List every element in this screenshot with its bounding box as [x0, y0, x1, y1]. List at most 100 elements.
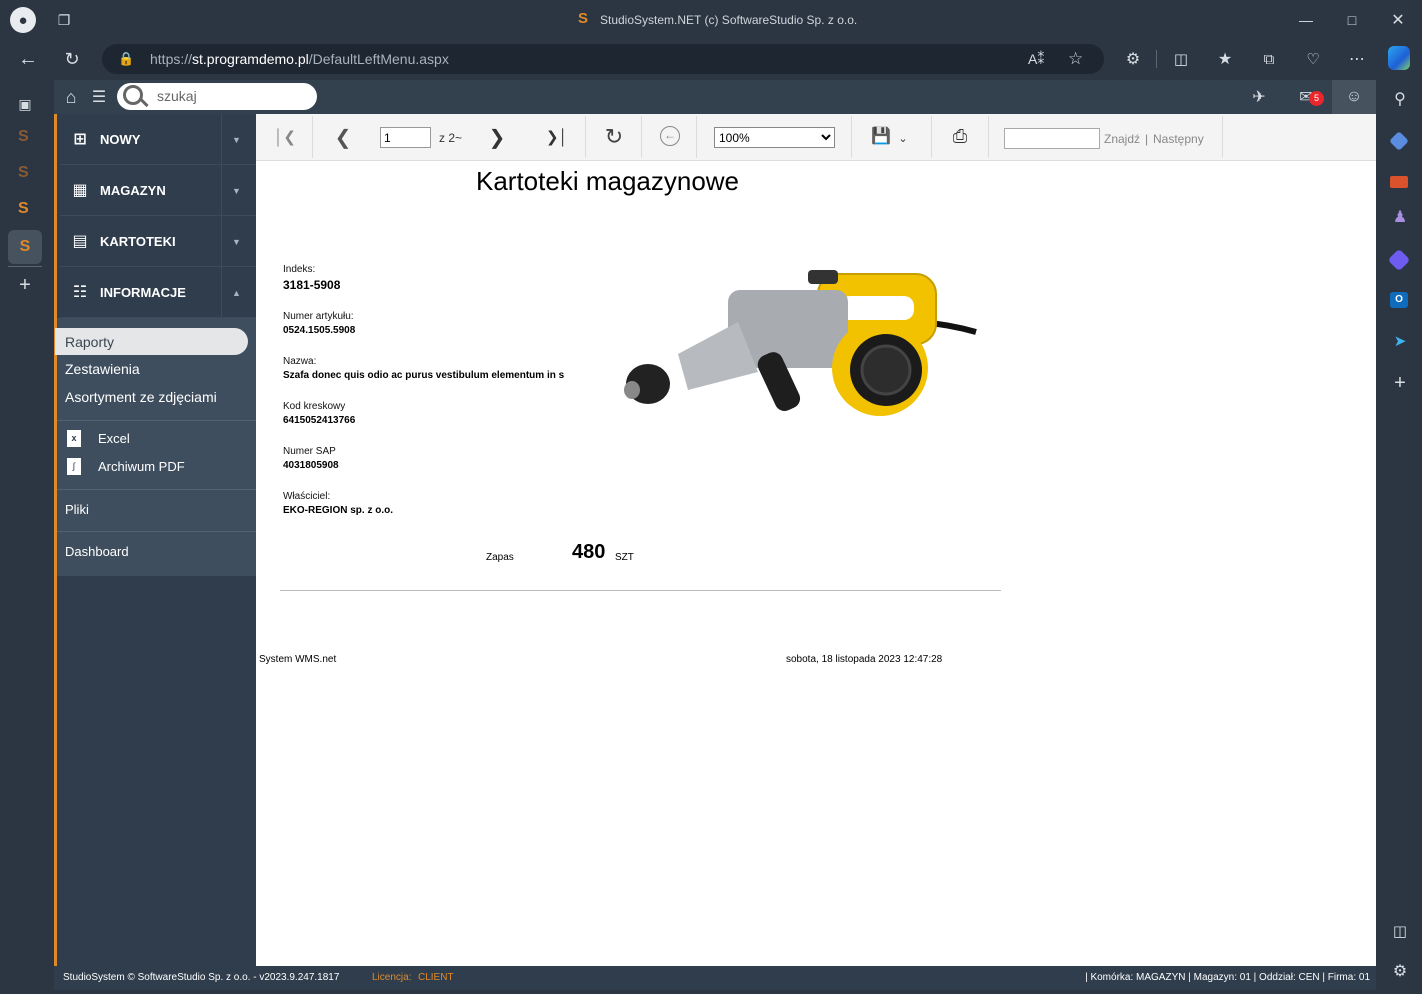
menu-item-label: NOWY	[100, 131, 141, 147]
chevron-down-icon[interactable]: ▼	[221, 165, 251, 216]
submenu-item-excel[interactable]: Excel	[98, 431, 130, 446]
report-viewer	[256, 114, 1376, 966]
tab-studiosystem-2[interactable]: S	[18, 164, 29, 182]
search-icon	[123, 85, 143, 105]
url-field[interactable]: 🔒 https://st.programdemo.pl/DefaultLeftM…	[102, 44, 1104, 74]
add-sidebar-app-icon[interactable]: +	[1389, 372, 1411, 394]
divider	[696, 116, 697, 158]
menu-item-magazyn[interactable]: ▦ MAGAZYN ▼	[60, 165, 259, 216]
submenu-item-archiwum-pdf[interactable]: Archiwum PDF	[98, 459, 185, 474]
report-footer-date: sobota, 18 listopada 2023 12:47:28	[786, 654, 943, 665]
page-number-input[interactable]	[380, 127, 431, 148]
divider	[931, 116, 932, 158]
user-icon: ☺	[1345, 88, 1363, 105]
context-info: | Komórka: MAGAZYN | Magazyn: 01 | Oddzi…	[1085, 972, 1370, 983]
favorites-icon[interactable]: ★	[1214, 48, 1236, 70]
hide-sidebar-icon[interactable]: ◫	[1389, 920, 1411, 942]
collections-icon[interactable]: ⧉	[1258, 48, 1280, 70]
settings-gear-icon[interactable]: ⚙	[1389, 960, 1411, 982]
mail-count-badge: 5	[1309, 91, 1324, 106]
save-floppy-icon[interactable]: 💾	[870, 125, 892, 147]
search-input[interactable]: szukaj	[117, 83, 317, 110]
shopping-icon[interactable]	[1389, 131, 1409, 151]
first-page-icon[interactable]: │❮	[274, 126, 296, 148]
outlook-icon[interactable]: O	[1390, 292, 1408, 308]
pdf-file-icon: ∫	[67, 458, 81, 475]
find-link[interactable]: Znajdź	[1104, 132, 1140, 146]
tools-icon[interactable]	[1390, 176, 1408, 188]
pallet-icon: ▦	[72, 182, 88, 199]
zapas-label: Zapas	[486, 552, 514, 563]
find-text-input[interactable]	[1004, 128, 1100, 149]
read-aloud-icon[interactable]: A⁑	[1028, 44, 1044, 74]
tab-studiosystem-active[interactable]: S	[8, 230, 42, 264]
refresh-report-icon[interactable]: ↻	[602, 124, 626, 150]
refresh-icon[interactable]: ↻	[60, 48, 84, 70]
tab-studiosystem-1[interactable]: S	[18, 128, 29, 146]
submenu-item-pliki[interactable]: Pliki	[65, 502, 89, 517]
back-to-parent-icon[interactable]: ←	[660, 126, 680, 146]
microsoft365-icon[interactable]	[1387, 248, 1411, 272]
menu-item-label: KARTOTEKI	[100, 233, 176, 249]
minimize-icon[interactable]: —	[1296, 10, 1316, 30]
divider	[641, 116, 642, 158]
submenu-item-zestawienia[interactable]: Zestawienia	[65, 361, 140, 377]
chevron-down-icon[interactable]: ▼	[221, 114, 251, 165]
extensions-icon[interactable]: ⚙	[1122, 48, 1144, 70]
prev-page-icon[interactable]: ❮	[332, 124, 354, 150]
divider	[57, 489, 256, 490]
submenu-item-asortyment[interactable]: Asortyment ze zdjęciami	[65, 389, 217, 405]
menu-item-label: MAGAZYN	[100, 182, 166, 198]
workspaces-icon[interactable]: ❐	[54, 10, 74, 30]
zoom-select[interactable]: 100%	[714, 127, 835, 148]
informacje-submenu: Raporty Zestawienia Asortyment ze zdjęci…	[55, 318, 256, 576]
search-sidebar-icon[interactable]: ⚲	[1389, 88, 1411, 110]
menu-item-kartoteki[interactable]: ▤ KARTOTEKI ▼	[60, 216, 259, 267]
report-title: Kartoteki magazynowe	[476, 166, 740, 196]
last-page-icon[interactable]: ❯│	[544, 126, 570, 148]
split-screen-icon[interactable]: ◫	[1170, 48, 1192, 70]
divider	[8, 266, 42, 267]
find-separator: |	[1145, 132, 1149, 146]
tab-studiosystem-3[interactable]: S	[18, 200, 29, 218]
browser-title-bar: ● ❐ S StudioSystem.NET (c) SoftwareStudi…	[0, 0, 1422, 40]
licence-value: CLIENT	[418, 972, 454, 983]
back-icon[interactable]: ←	[16, 48, 40, 70]
divider	[1156, 50, 1157, 68]
divider	[851, 116, 852, 158]
divider	[585, 116, 586, 158]
submenu-item-raporty[interactable]: Raporty	[55, 328, 248, 355]
telegram-icon[interactable]: ➤	[1389, 330, 1411, 352]
new-tab-icon[interactable]: +	[14, 274, 36, 296]
page-count: z 2~	[439, 131, 463, 145]
chevron-up-icon[interactable]: ▲	[221, 267, 251, 318]
document-icon: ☷	[72, 284, 88, 301]
favorite-star-icon[interactable]: ☆	[1068, 44, 1083, 74]
close-icon[interactable]: ✕	[1388, 10, 1408, 30]
submenu-item-dashboard[interactable]: Dashboard	[65, 544, 129, 559]
report-footer-system: System WMS.net	[259, 654, 337, 665]
menu-item-nowy[interactable]: ⊞ NOWY ▼	[60, 114, 259, 165]
tab-actions-icon[interactable]: ▣	[14, 93, 36, 115]
search-icon-handle	[139, 97, 149, 108]
chevron-down-icon[interactable]: ▼	[221, 216, 251, 267]
maximize-icon[interactable]: □	[1342, 10, 1362, 30]
plane-icon[interactable]: ✈	[1246, 86, 1272, 108]
find-next-link[interactable]: Następny	[1153, 132, 1204, 146]
next-page-icon[interactable]: ❯	[486, 124, 508, 150]
toggle-menu-icon[interactable]: ☰	[88, 86, 110, 108]
home-icon[interactable]: ⌂	[60, 86, 82, 108]
browser-essentials-icon[interactable]: ♡	[1302, 48, 1324, 70]
copyright-text: StudioSystem © SoftwareStudio Sp. z o.o.…	[63, 972, 340, 983]
user-menu[interactable]: ☺	[1332, 80, 1376, 114]
chevron-down-icon[interactable]: ⌄	[896, 128, 910, 148]
games-icon[interactable]: ♟	[1389, 206, 1411, 228]
copilot-icon[interactable]	[1388, 46, 1410, 70]
browser-vertical-tabs: ▣ S S S S +	[0, 78, 50, 994]
print-icon[interactable]: ⎙	[948, 125, 972, 147]
profile-icon[interactable]: ●	[10, 7, 36, 33]
menu-item-informacje[interactable]: ☷ INFORMACJE ▲	[60, 267, 259, 318]
more-menu-icon[interactable]: ⋯	[1346, 48, 1368, 70]
url-path: /DefaultLeftMenu.aspx	[308, 51, 449, 67]
zapas-value: 480	[572, 541, 606, 563]
